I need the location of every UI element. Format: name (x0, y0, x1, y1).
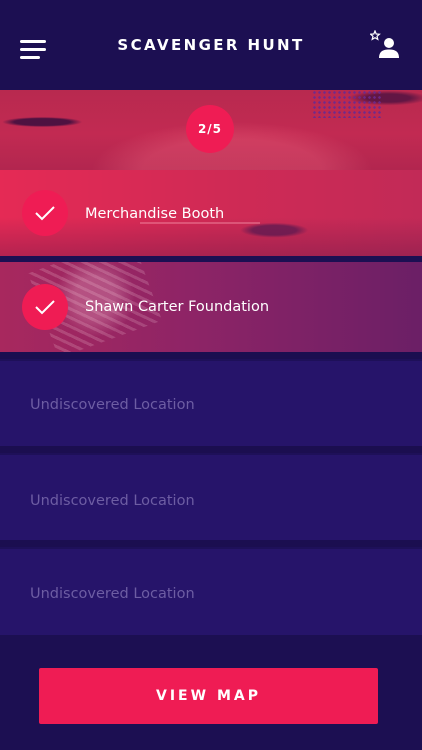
page-title: SCAVENGER HUNT (117, 36, 305, 54)
row-divider (0, 352, 422, 359)
profile-button[interactable] (369, 29, 402, 62)
app-screen: SCAVENGER HUNT 2/5 Merchandise Booth Sha… (0, 0, 422, 750)
menu-icon-line (20, 48, 46, 51)
progress-badge: 2/5 (186, 105, 234, 153)
location-row-undiscovered[interactable]: Undiscovered Location (0, 547, 422, 635)
location-name: Undiscovered Location (30, 397, 195, 413)
location-name: Undiscovered Location (30, 586, 195, 602)
row-divider (0, 446, 422, 453)
check-icon (22, 284, 68, 330)
halftone-pattern (312, 90, 382, 118)
location-name: Merchandise Booth (85, 206, 225, 222)
header: SCAVENGER HUNT (0, 0, 422, 90)
check-icon (22, 190, 68, 236)
menu-button[interactable] (20, 40, 48, 60)
location-row-undiscovered[interactable]: Undiscovered Location (0, 359, 422, 447)
location-name: Shawn Carter Foundation (85, 299, 270, 315)
footer: VIEW MAP (0, 636, 422, 750)
view-map-button[interactable]: VIEW MAP (39, 668, 378, 724)
location-row-undiscovered[interactable]: Undiscovered Location (0, 453, 422, 541)
location-row-shawn-carter-foundation[interactable]: Shawn Carter Foundation (0, 262, 422, 352)
row-divider (0, 540, 422, 547)
location-name: Undiscovered Location (30, 493, 195, 509)
favorite-user-icon (369, 29, 399, 58)
location-row-merchandise-booth[interactable]: Merchandise Booth (0, 170, 422, 256)
menu-icon-line (20, 40, 46, 43)
menu-icon-line (20, 56, 40, 59)
